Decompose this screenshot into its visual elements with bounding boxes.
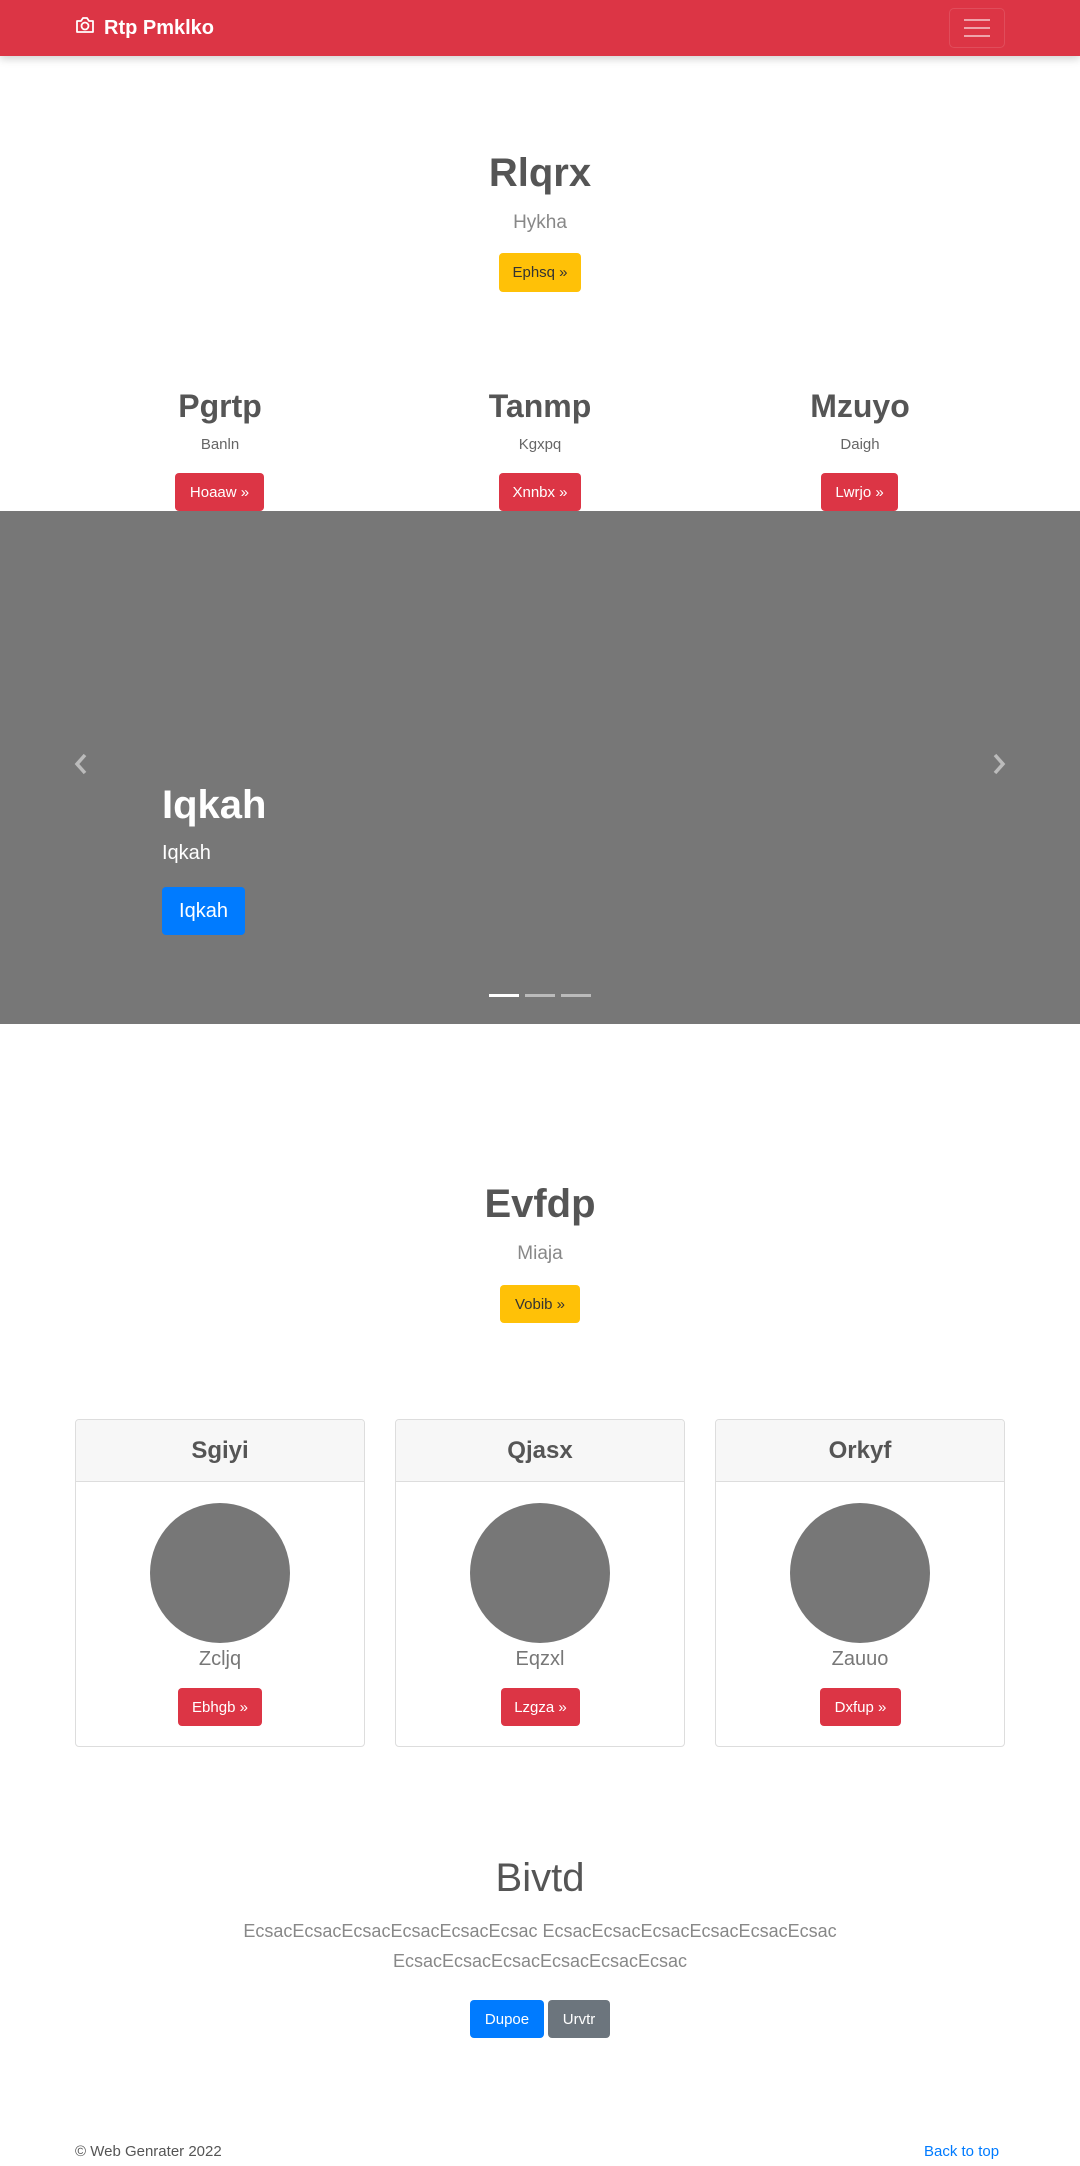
column-title: Mzuyo [810, 388, 910, 424]
card: Qjasx Eqzxl Lzgza » [395, 1419, 685, 1747]
carousel-indicator[interactable] [561, 994, 591, 997]
card-text: Eqzxl [515, 1648, 565, 1670]
card: Orkyf Zauuo Dxfup » [715, 1419, 1005, 1747]
footer-copyright: © Web Genrater 2022 [75, 2143, 222, 2160]
carousel-next-button[interactable] [984, 749, 1014, 779]
hamburger-icon [964, 19, 990, 21]
carousel-indicator[interactable] [489, 994, 519, 997]
column-button[interactable]: Lwrjo » [821, 473, 898, 511]
jumbotron-primary-button[interactable]: Dupoe [470, 2000, 544, 2038]
jumbotron-title: Bivtd [495, 1856, 585, 1900]
navbar-toggler-button[interactable] [949, 8, 1005, 48]
carousel-caption-subtitle: Iqkah [162, 842, 211, 864]
carousel-indicators [0, 994, 1080, 997]
card-button[interactable]: Lzgza » [501, 1688, 580, 1726]
column-subtitle: Banln [200, 436, 240, 453]
carousel: Iqkah Iqkah Iqkah [0, 511, 1080, 1024]
navbar-brand[interactable]: Rtp Pmklko [75, 0, 214, 56]
card-button[interactable]: Ebhgb » [178, 1688, 262, 1726]
carousel-prev-button[interactable] [66, 749, 96, 779]
column-subtitle: Daigh [840, 436, 880, 453]
section-title: Evfdp [484, 1182, 596, 1226]
section-subtitle: Miaja [517, 1243, 563, 1264]
column-subtitle: Kgxpq [518, 436, 562, 453]
avatar [790, 1503, 930, 1643]
hero-title: Rlqrx [488, 151, 592, 195]
section-button[interactable]: Vobib » [500, 1285, 580, 1323]
card-header: Orkyf [716, 1420, 1004, 1482]
jumbotron-text: EcsacEcsacEcsacEcsacEcsacEcsac EcsacEcsa… [243, 1921, 837, 1971]
card-text: Zcljq [198, 1648, 242, 1670]
card-text: Zauuo [831, 1648, 889, 1670]
hero-button[interactable]: Ephsq » [499, 253, 581, 292]
hero-subtitle: Hykha [513, 212, 567, 233]
column-title: Pgrtp [178, 388, 262, 424]
card-button[interactable]: Dxfup » [820, 1688, 901, 1726]
navbar: Rtp Pmklko [0, 0, 1080, 56]
card: Sgiyi Zcljq Ebhgb » [75, 1419, 365, 1747]
avatar [470, 1503, 610, 1643]
column-button[interactable]: Hoaaw » [175, 473, 264, 511]
card-header: Qjasx [396, 1420, 684, 1482]
chevron-right-icon [993, 753, 1006, 775]
chevron-left-icon [74, 753, 87, 775]
carousel-caption-title: Iqkah [162, 783, 267, 827]
carousel-indicator[interactable] [525, 994, 555, 997]
column-button[interactable]: Xnnbx » [499, 473, 581, 511]
avatar [150, 1503, 290, 1643]
card-header: Sgiyi [76, 1420, 364, 1482]
camera-icon [75, 16, 104, 40]
jumbotron-secondary-button[interactable]: Urvtr [548, 2000, 610, 2038]
carousel-button[interactable]: Iqkah [162, 887, 245, 935]
brand-label: Rtp Pmklko [104, 16, 215, 39]
back-to-top-link[interactable]: Back to top [924, 2143, 999, 2160]
column-title: Tanmp [488, 388, 592, 424]
